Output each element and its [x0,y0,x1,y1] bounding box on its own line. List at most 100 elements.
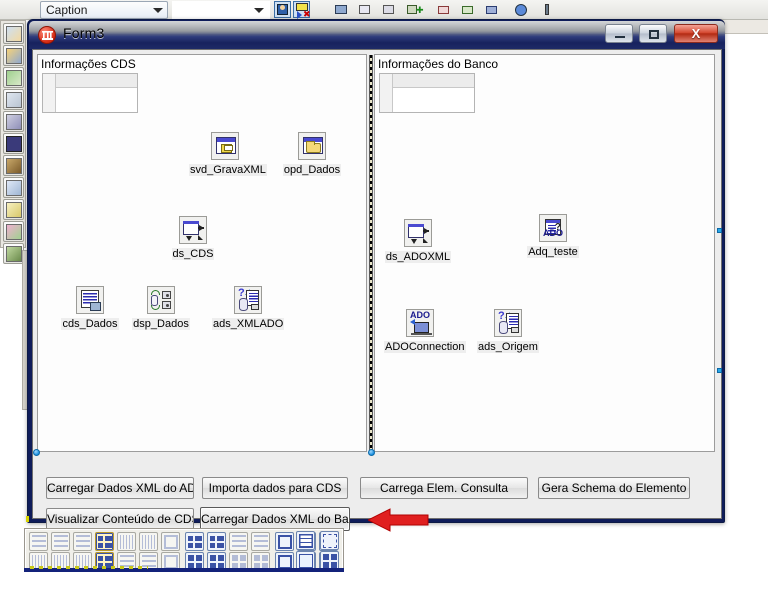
dbgrid-header-row [56,74,137,88]
selection-handle[interactable] [33,449,40,456]
form-titlebar[interactable]: Form3 X [29,21,725,49]
center-horizontally-icon[interactable] [73,532,92,551]
space-equally-vertical-icon[interactable] [139,532,158,551]
snap-to-grid-icon[interactable] [320,531,339,550]
toolbar-icon-1[interactable] [332,1,349,18]
component-label: ads_XMLADO [212,318,285,330]
dbgrid-banco[interactable] [379,73,475,113]
panel-right-title: Informações do Banco [378,57,499,71]
minimize-button[interactable] [605,24,633,43]
close-button[interactable]: X [674,24,718,43]
component-adq-teste[interactable]: ? ADO Adq_teste [517,214,589,260]
system-palette-icon[interactable] [3,89,24,110]
ado-dataset-icon: ? [494,309,522,337]
ado-palette-icon[interactable] [3,221,24,242]
button-gera-schema-do-elemento[interactable]: Gera Schema do Elemento [538,477,690,499]
component-label: dsp_Dados [132,318,190,330]
space-equally-horizontal-icon[interactable] [117,532,136,551]
center-in-window-icon[interactable] [161,532,180,551]
component-label: ds_CDS [171,248,215,260]
toolbar-icon-2[interactable] [356,1,373,18]
shrink-to-smallest-icon[interactable] [229,532,248,551]
button-carrega-elem-consulta[interactable]: Carrega Elem. Consulta [360,477,528,499]
size-to-largest-height-icon[interactable] [207,532,226,551]
toolbar-icon-6[interactable] [459,1,476,18]
toolbar-icon-8[interactable] [512,1,529,18]
interbase-palette-icon[interactable] [3,243,24,264]
save-dialog-icon [211,132,239,160]
toolbar-icon-5[interactable] [435,1,452,18]
toolbar-icon-4[interactable]: ✚ [404,1,424,18]
clientdataset-icon [76,286,104,314]
designer-marker [26,516,29,522]
data-access-palette-icon[interactable] [3,111,24,132]
datasource-icon [404,219,432,247]
component-label: cds_Dados [61,318,119,330]
component-cds-dados[interactable]: cds_Dados [54,286,126,332]
align-left-edges-icon[interactable] [29,532,48,551]
selection-handle[interactable] [717,368,722,373]
component-ds-cds[interactable]: ds_CDS [157,216,229,262]
dbgrid-gutter [380,74,393,112]
chevron-down-icon [153,8,163,13]
open-dialog-icon [298,132,326,160]
tab-order-icon[interactable] [275,532,294,551]
ado-dataset-icon: ? [234,286,262,314]
selection-handle[interactable] [717,228,722,233]
component-opd-dados[interactable]: opd_Dados [276,132,348,178]
component-label: ADOConnection [384,341,466,353]
additional-palette-icon[interactable] [3,45,24,66]
ado-query-icon: ? ADO [539,214,567,242]
maximize-button[interactable] [639,24,667,43]
win32-palette-icon[interactable] [3,67,24,88]
component-ads-origem[interactable]: ? ads_Origem [472,309,544,355]
ide-left-palette [0,20,26,264]
align-to-grid-icon[interactable] [95,532,114,551]
ide-top-toolbar: Caption ✖ ✚ [0,0,768,20]
button-importa-dados-para-cds[interactable]: Importa dados para CDS [202,477,348,499]
datasnap-palette-icon[interactable] [3,177,24,198]
toolbar-icon-9[interactable] [538,1,555,18]
component-adoconnection[interactable]: ADO ADOConnection [384,309,466,355]
size-to-largest-width-icon[interactable] [185,532,204,551]
button-carregar-dados-xml-do-ado[interactable]: Carregar Dados XML do ADO [46,477,194,499]
standard-palette-icon[interactable] [3,23,24,44]
chevron-down-icon [254,8,264,13]
grid-settings-icon[interactable] [296,531,315,550]
button-visualizar-conteudo-de-cds[interactable]: Visualizar Conteúdo de CDS [46,508,194,530]
component-label: svd_GravaXML [189,164,267,176]
data-controls-palette-icon[interactable] [3,133,24,154]
component-label: ds_ADOXML [384,251,452,263]
form-title: Form3 [63,25,105,41]
palette-dash-marker [30,566,148,569]
panel-left-title: Informações CDS [41,57,136,71]
datasource-icon [179,216,207,244]
delphi-form-icon [38,26,56,44]
user-form-icon[interactable] [274,1,291,18]
ado-connection-icon: ADO [406,309,434,337]
toolbar-icon-7[interactable] [483,1,500,18]
dbgrid-cds[interactable] [42,73,138,113]
scale-icon[interactable] [251,532,270,551]
ide-screen: Caption ✖ ✚ Form3 X Informações CDS Info… [0,0,768,614]
bde-palette-icon[interactable] [3,199,24,220]
component-label: Adq_teste [527,246,579,258]
caption-combo-value: Caption [46,3,88,17]
new-items-icon[interactable]: ✖ [293,1,311,19]
form3-window: Form3 X Informações CDS Informações do B… [27,19,725,532]
dataset-provider-icon [147,286,175,314]
toolbar-icon-3[interactable] [380,1,397,18]
component-ads-xmlado[interactable]: ? ads_XMLADO [212,286,285,332]
component-label: opd_Dados [282,164,342,176]
vertical-splitter[interactable] [369,55,373,451]
component-dsp-dados[interactable]: dsp_Dados [125,286,197,332]
selection-handle[interactable] [368,449,375,456]
secondary-combo[interactable] [172,1,270,19]
dbgrid-header-row [393,74,474,88]
component-svd-gravaxml[interactable]: svd_GravaXML [189,132,267,178]
caption-combo[interactable]: Caption [40,1,168,19]
dbexpress-palette-icon[interactable] [3,155,24,176]
align-right-edges-icon[interactable] [51,532,70,551]
component-ds-adoxml[interactable]: ds_ADOXML [382,219,454,265]
red-arrow-pointer [368,508,429,532]
